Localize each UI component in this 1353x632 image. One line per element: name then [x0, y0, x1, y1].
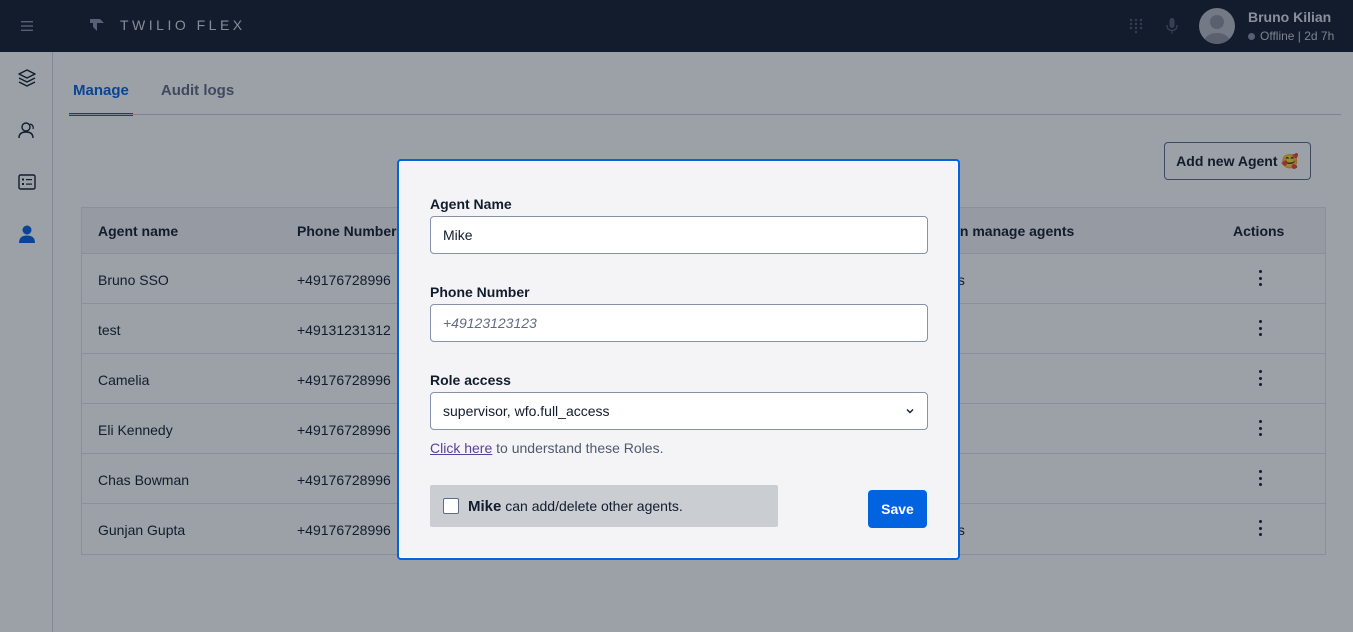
- role-access-value: supervisor, wfo.full_access: [443, 403, 610, 419]
- phone-number-input[interactable]: +49123123123: [430, 304, 928, 342]
- agent-name-input[interactable]: Mike: [430, 216, 928, 254]
- phone-number-label: Phone Number: [430, 284, 530, 300]
- manage-agents-panel: Mike can add/delete other agents.: [430, 485, 778, 527]
- roles-help-suffix: to understand these Roles.: [492, 440, 664, 456]
- manage-agents-label[interactable]: Mike can add/delete other agents.: [468, 498, 683, 515]
- chevron-down-icon: [906, 409, 914, 414]
- manage-agents-agent-name: Mike: [468, 497, 502, 515]
- roles-help-link[interactable]: Click here: [430, 440, 492, 456]
- role-access-label: Role access: [430, 372, 511, 388]
- roles-help-text: Click here to understand these Roles.: [430, 440, 663, 456]
- save-button[interactable]: Save: [868, 490, 927, 528]
- manage-agents-text: can add/delete other agents.: [501, 497, 683, 514]
- manage-agents-checkbox[interactable]: [443, 498, 459, 514]
- role-access-select[interactable]: supervisor, wfo.full_access: [430, 392, 928, 430]
- agent-name-label: Agent Name: [430, 196, 512, 212]
- agent-edit-modal: Agent Name Mike Phone Number +4912312312…: [397, 159, 960, 560]
